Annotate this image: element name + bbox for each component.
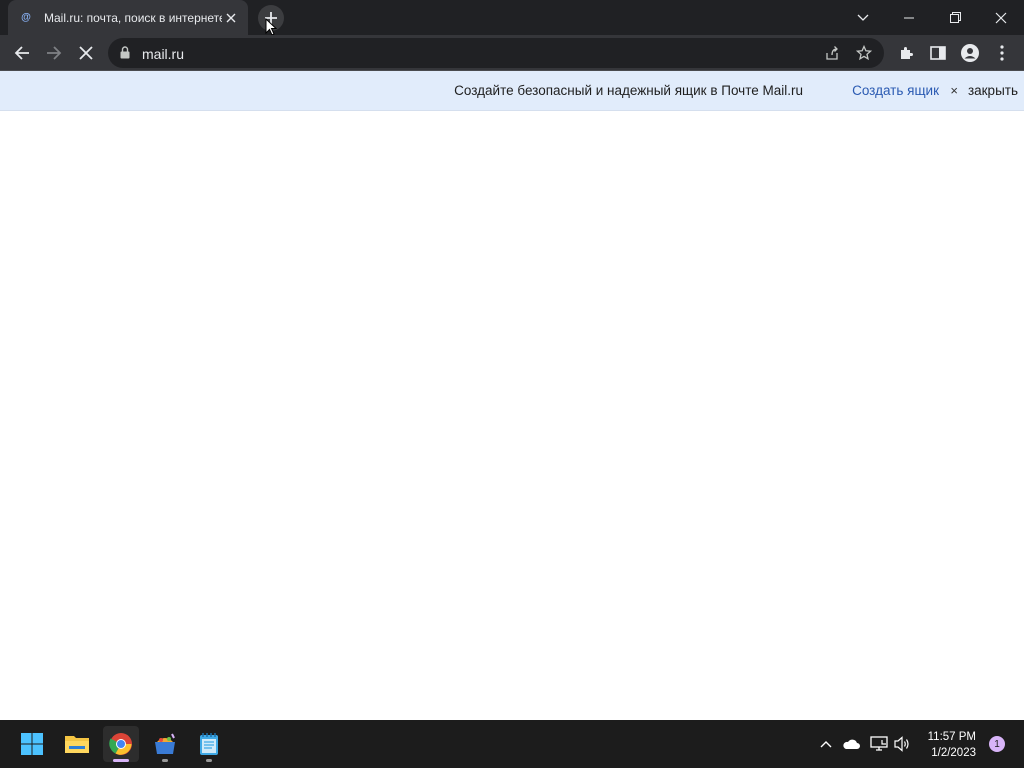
chevron-up-icon[interactable]: [814, 732, 838, 756]
notification-badge[interactable]: 1: [989, 736, 1005, 752]
network-icon[interactable]: [867, 732, 891, 756]
side-panel-icon[interactable]: [924, 39, 952, 67]
url-text: mail.ru: [142, 46, 185, 62]
close-window-icon[interactable]: [978, 0, 1024, 35]
mailru-favicon-icon: @: [21, 12, 31, 23]
notepad-icon[interactable]: [191, 726, 227, 762]
running-app-indicator: [162, 759, 168, 762]
promo-infobar: Создайте безопасный и надежный ящик в По…: [0, 71, 1024, 111]
bookmark-star-icon[interactable]: [855, 44, 873, 66]
running-app-indicator: [206, 759, 212, 762]
profile-icon[interactable]: [956, 39, 984, 67]
extensions-icon[interactable]: [892, 39, 920, 67]
page-content: [0, 111, 1024, 720]
browser-tab[interactable]: @ Mail.ru: почта, поиск в интернете: [8, 0, 248, 35]
chrome-icon[interactable]: [103, 726, 139, 762]
tab-title: Mail.ru: почта, поиск в интернете: [44, 10, 222, 25]
infobar-close-link[interactable]: закрыть: [968, 83, 1018, 98]
forward-icon[interactable]: [40, 39, 68, 67]
minimize-icon[interactable]: [886, 0, 932, 35]
windows-start-icon[interactable]: [14, 726, 50, 762]
address-bar[interactable]: mail.ru: [108, 38, 884, 68]
app-store-icon[interactable]: [147, 726, 183, 762]
taskbar: 11:57 PM 1/2/2023 1: [0, 720, 1024, 768]
browser-toolbar: mail.ru: [0, 35, 1024, 71]
infobar-message: Создайте безопасный и надежный ящик в По…: [454, 83, 803, 98]
create-mailbox-link[interactable]: Создать ящик: [852, 83, 939, 98]
volume-icon[interactable]: [891, 732, 915, 756]
tab-close-icon[interactable]: [222, 9, 240, 27]
clock-date: 1/2/2023: [931, 747, 976, 759]
active-app-indicator: [113, 759, 129, 762]
restore-icon[interactable]: [932, 0, 978, 35]
back-icon[interactable]: [8, 39, 36, 67]
menu-icon[interactable]: [988, 39, 1016, 67]
infobar-close-x-icon[interactable]: ×: [950, 83, 958, 98]
share-icon[interactable]: [824, 45, 840, 66]
system-clock[interactable]: 11:57 PM 1/2/2023: [928, 729, 976, 761]
lock-icon[interactable]: [120, 46, 130, 64]
tab-strip: @ Mail.ru: почта, поиск в интернете: [0, 0, 1024, 36]
clock-time: 11:57 PM: [927, 731, 976, 743]
tab-search-icon[interactable]: [840, 0, 886, 35]
file-explorer-icon[interactable]: [59, 726, 95, 762]
stop-loading-icon[interactable]: [72, 39, 100, 67]
onedrive-cloud-icon[interactable]: [839, 732, 863, 756]
